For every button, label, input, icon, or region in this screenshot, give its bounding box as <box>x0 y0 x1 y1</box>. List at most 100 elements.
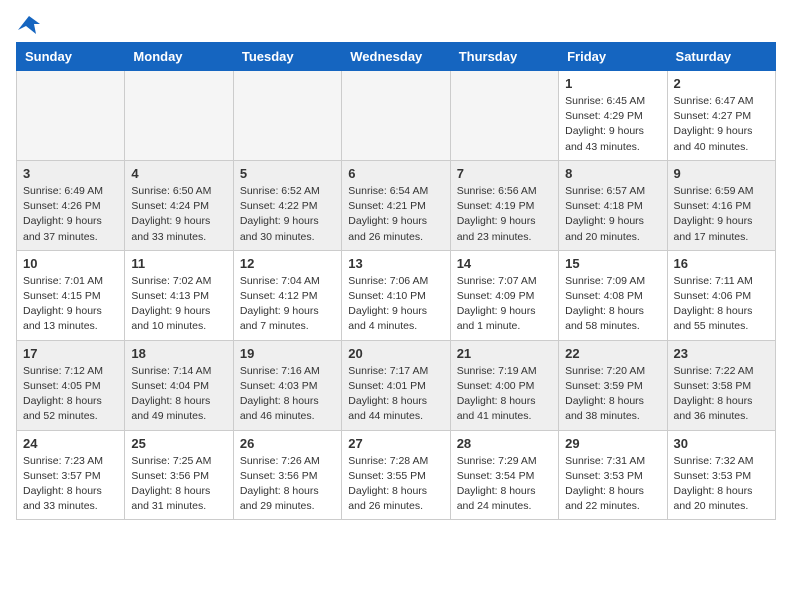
day-number: 20 <box>348 346 443 361</box>
page-header <box>16 16 776 30</box>
day-number: 14 <box>457 256 552 271</box>
day-number: 15 <box>565 256 660 271</box>
calendar-day: 28 Sunrise: 7:29 AM Sunset: 3:54 PM Dayli… <box>450 430 558 520</box>
day-info: Sunrise: 6:56 AM Sunset: 4:19 PM Dayligh… <box>457 184 552 245</box>
day-number: 28 <box>457 436 552 451</box>
calendar-day: 7 Sunrise: 6:56 AM Sunset: 4:19 PM Daylig… <box>450 160 558 250</box>
calendar-day: 17 Sunrise: 7:12 AM Sunset: 4:05 PM Dayli… <box>17 340 125 430</box>
column-header-tuesday: Tuesday <box>233 43 341 71</box>
day-info: Sunrise: 7:04 AM Sunset: 4:12 PM Dayligh… <box>240 274 335 335</box>
calendar-day: 22 Sunrise: 7:20 AM Sunset: 3:59 PM Dayli… <box>559 340 667 430</box>
column-header-monday: Monday <box>125 43 233 71</box>
calendar-week-3: 17 Sunrise: 7:12 AM Sunset: 4:05 PM Dayli… <box>17 340 776 430</box>
day-info: Sunrise: 7:06 AM Sunset: 4:10 PM Dayligh… <box>348 274 443 335</box>
column-header-thursday: Thursday <box>450 43 558 71</box>
day-number: 18 <box>131 346 226 361</box>
day-info: Sunrise: 6:45 AM Sunset: 4:29 PM Dayligh… <box>565 94 660 155</box>
column-header-saturday: Saturday <box>667 43 775 71</box>
calendar-day: 24 Sunrise: 7:23 AM Sunset: 3:57 PM Dayli… <box>17 430 125 520</box>
day-number: 3 <box>23 166 118 181</box>
day-info: Sunrise: 7:01 AM Sunset: 4:15 PM Dayligh… <box>23 274 118 335</box>
calendar-day <box>17 71 125 161</box>
day-number: 29 <box>565 436 660 451</box>
day-info: Sunrise: 7:16 AM Sunset: 4:03 PM Dayligh… <box>240 364 335 425</box>
day-number: 30 <box>674 436 769 451</box>
calendar-day <box>125 71 233 161</box>
calendar-day: 2 Sunrise: 6:47 AM Sunset: 4:27 PM Daylig… <box>667 71 775 161</box>
calendar-week-2: 10 Sunrise: 7:01 AM Sunset: 4:15 PM Dayli… <box>17 250 776 340</box>
day-number: 4 <box>131 166 226 181</box>
logo-bird-icon <box>18 16 40 34</box>
day-info: Sunrise: 7:20 AM Sunset: 3:59 PM Dayligh… <box>565 364 660 425</box>
calendar-day: 14 Sunrise: 7:07 AM Sunset: 4:09 PM Dayli… <box>450 250 558 340</box>
day-number: 19 <box>240 346 335 361</box>
day-number: 23 <box>674 346 769 361</box>
day-number: 11 <box>131 256 226 271</box>
calendar-day: 9 Sunrise: 6:59 AM Sunset: 4:16 PM Daylig… <box>667 160 775 250</box>
calendar-week-4: 24 Sunrise: 7:23 AM Sunset: 3:57 PM Dayli… <box>17 430 776 520</box>
day-number: 24 <box>23 436 118 451</box>
day-info: Sunrise: 7:22 AM Sunset: 3:58 PM Dayligh… <box>674 364 769 425</box>
column-header-friday: Friday <box>559 43 667 71</box>
calendar-day <box>233 71 341 161</box>
day-info: Sunrise: 7:25 AM Sunset: 3:56 PM Dayligh… <box>131 454 226 515</box>
day-info: Sunrise: 6:52 AM Sunset: 4:22 PM Dayligh… <box>240 184 335 245</box>
calendar-day: 10 Sunrise: 7:01 AM Sunset: 4:15 PM Dayli… <box>17 250 125 340</box>
calendar-day: 16Sunrise: 7:11 AM Sunset: 4:06 PM Dayli… <box>667 250 775 340</box>
calendar-week-0: 1 Sunrise: 6:45 AM Sunset: 4:29 PM Daylig… <box>17 71 776 161</box>
day-number: 5 <box>240 166 335 181</box>
calendar-day: 3 Sunrise: 6:49 AM Sunset: 4:26 PM Daylig… <box>17 160 125 250</box>
day-info: Sunrise: 7:12 AM Sunset: 4:05 PM Dayligh… <box>23 364 118 425</box>
day-info: Sunrise: 6:59 AM Sunset: 4:16 PM Dayligh… <box>674 184 769 245</box>
calendar-day: 23 Sunrise: 7:22 AM Sunset: 3:58 PM Dayli… <box>667 340 775 430</box>
day-number: 17 <box>23 346 118 361</box>
day-info: Sunrise: 7:23 AM Sunset: 3:57 PM Dayligh… <box>23 454 118 515</box>
day-info: Sunrise: 6:57 AM Sunset: 4:18 PM Dayligh… <box>565 184 660 245</box>
calendar-day: 25 Sunrise: 7:25 AM Sunset: 3:56 PM Dayli… <box>125 430 233 520</box>
calendar-table: SundayMondayTuesdayWednesdayThursdayFrid… <box>16 42 776 520</box>
day-info: Sunrise: 6:47 AM Sunset: 4:27 PM Dayligh… <box>674 94 769 155</box>
day-info: Sunrise: 7:07 AM Sunset: 4:09 PM Dayligh… <box>457 274 552 335</box>
day-info: Sunrise: 7:11 AM Sunset: 4:06 PM Dayligh… <box>674 274 769 335</box>
day-info: Sunrise: 7:19 AM Sunset: 4:00 PM Dayligh… <box>457 364 552 425</box>
day-number: 26 <box>240 436 335 451</box>
column-header-sunday: Sunday <box>17 43 125 71</box>
calendar-day: 13 Sunrise: 7:06 AM Sunset: 4:10 PM Dayli… <box>342 250 450 340</box>
day-number: 22 <box>565 346 660 361</box>
calendar-day: 21Sunrise: 7:19 AM Sunset: 4:00 PM Dayli… <box>450 340 558 430</box>
calendar-day: 4Sunrise: 6:50 AM Sunset: 4:24 PM Daylig… <box>125 160 233 250</box>
day-info: Sunrise: 7:31 AM Sunset: 3:53 PM Dayligh… <box>565 454 660 515</box>
day-number: 2 <box>674 76 769 91</box>
day-info: Sunrise: 7:32 AM Sunset: 3:53 PM Dayligh… <box>674 454 769 515</box>
day-number: 25 <box>131 436 226 451</box>
day-number: 13 <box>348 256 443 271</box>
day-info: Sunrise: 7:02 AM Sunset: 4:13 PM Dayligh… <box>131 274 226 335</box>
day-info: Sunrise: 6:49 AM Sunset: 4:26 PM Dayligh… <box>23 184 118 245</box>
day-number: 7 <box>457 166 552 181</box>
calendar-day: 15 Sunrise: 7:09 AM Sunset: 4:08 PM Dayli… <box>559 250 667 340</box>
calendar-day: 1 Sunrise: 6:45 AM Sunset: 4:29 PM Daylig… <box>559 71 667 161</box>
calendar-day: 29 Sunrise: 7:31 AM Sunset: 3:53 PM Dayli… <box>559 430 667 520</box>
day-number: 1 <box>565 76 660 91</box>
day-number: 27 <box>348 436 443 451</box>
calendar-day: 11 Sunrise: 7:02 AM Sunset: 4:13 PM Dayli… <box>125 250 233 340</box>
calendar-day: 30 Sunrise: 7:32 AM Sunset: 3:53 PM Dayli… <box>667 430 775 520</box>
day-info: Sunrise: 7:29 AM Sunset: 3:54 PM Dayligh… <box>457 454 552 515</box>
column-header-wednesday: Wednesday <box>342 43 450 71</box>
day-number: 12 <box>240 256 335 271</box>
day-number: 10 <box>23 256 118 271</box>
day-info: Sunrise: 6:54 AM Sunset: 4:21 PM Dayligh… <box>348 184 443 245</box>
calendar-day: 19 Sunrise: 7:16 AM Sunset: 4:03 PM Dayli… <box>233 340 341 430</box>
calendar-day <box>450 71 558 161</box>
day-info: Sunrise: 7:28 AM Sunset: 3:55 PM Dayligh… <box>348 454 443 515</box>
calendar-day: 8 Sunrise: 6:57 AM Sunset: 4:18 PM Daylig… <box>559 160 667 250</box>
day-number: 8 <box>565 166 660 181</box>
calendar-day: 6Sunrise: 6:54 AM Sunset: 4:21 PM Daylig… <box>342 160 450 250</box>
calendar-day: 18 Sunrise: 7:14 AM Sunset: 4:04 PM Dayli… <box>125 340 233 430</box>
day-info: Sunrise: 7:09 AM Sunset: 4:08 PM Dayligh… <box>565 274 660 335</box>
calendar-day: 12 Sunrise: 7:04 AM Sunset: 4:12 PM Dayli… <box>233 250 341 340</box>
calendar-day: 27 Sunrise: 7:28 AM Sunset: 3:55 PM Dayli… <box>342 430 450 520</box>
day-info: Sunrise: 7:14 AM Sunset: 4:04 PM Dayligh… <box>131 364 226 425</box>
calendar-header-row: SundayMondayTuesdayWednesdayThursdayFrid… <box>17 43 776 71</box>
day-number: 9 <box>674 166 769 181</box>
